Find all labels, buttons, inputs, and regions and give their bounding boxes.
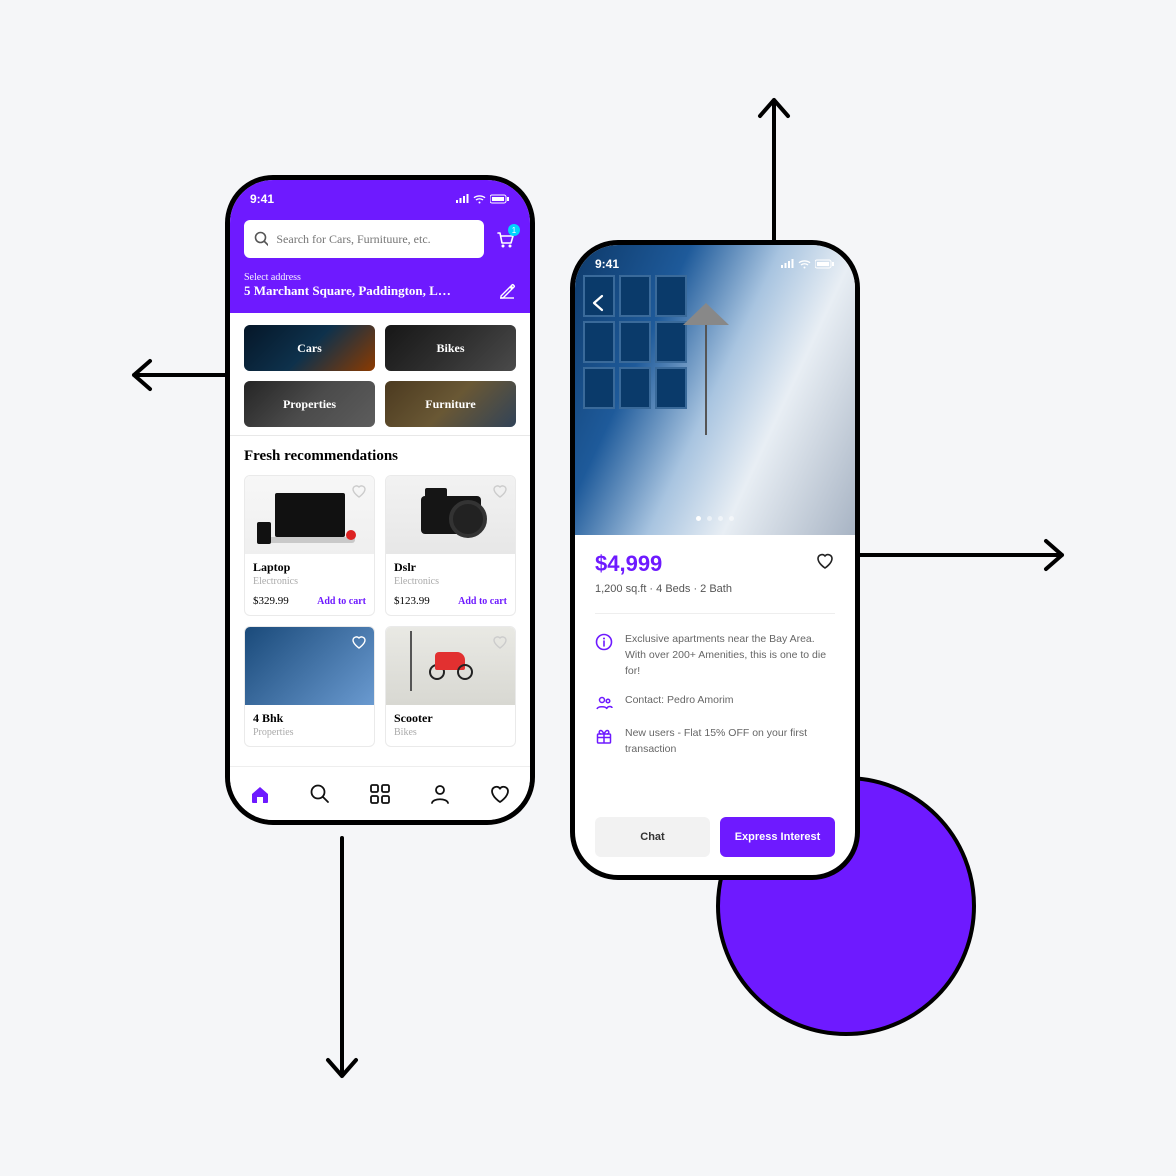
heart-icon[interactable] — [350, 633, 368, 651]
feature-row: Exclusive apartments near the Bay Area. … — [595, 632, 835, 679]
product-name: Dslr — [394, 560, 507, 575]
back-button-icon[interactable] — [589, 293, 609, 313]
category-label: Furniture — [425, 397, 475, 412]
listing-stats: 1,200 sq.ft · 4 Beds · 2 Bath — [595, 583, 732, 595]
people-icon — [595, 694, 613, 712]
listing-hero-image[interactable] — [575, 245, 855, 535]
product-image — [386, 476, 515, 554]
search-field[interactable] — [276, 232, 474, 247]
phone-listing-detail: 9:41 $4,999 1,200 sq.ft · 4 Beds · 2 Bat… — [570, 240, 860, 880]
tab-categories-icon[interactable] — [369, 783, 391, 805]
info-icon — [595, 633, 613, 651]
edit-icon[interactable] — [498, 281, 516, 299]
tab-search-icon[interactable] — [309, 783, 331, 805]
status-bar: 9:41 — [575, 245, 855, 283]
search-input[interactable] — [244, 220, 484, 258]
feature-text: Contact: Pedro Amorim — [625, 693, 734, 709]
signal-icon — [780, 259, 794, 269]
category-bikes[interactable]: Bikes — [385, 325, 516, 371]
product-card-dslr[interactable]: Dslr Electronics $123.99 Add to cart — [385, 475, 516, 616]
product-image — [245, 627, 374, 705]
product-category: Electronics — [253, 576, 366, 587]
phone-marketplace: 9:41 1 Select address 5 Marchant Square,… — [225, 175, 535, 825]
carousel-dot[interactable] — [729, 516, 734, 521]
tab-favorites-icon[interactable] — [489, 783, 511, 805]
cart-button[interactable]: 1 — [494, 228, 516, 250]
product-card-4bhk[interactable]: 4 Bhk Properties — [244, 626, 375, 747]
address-value[interactable]: 5 Marchant Square, Paddington, L… — [244, 283, 451, 299]
product-price: $123.99 — [394, 595, 430, 607]
product-name: Scooter — [394, 711, 507, 726]
battery-icon — [490, 194, 510, 204]
signal-icon — [455, 194, 469, 204]
category-label: Properties — [283, 397, 336, 412]
arrow-up-icon — [754, 90, 794, 260]
cart-badge: 1 — [508, 224, 520, 236]
product-category: Bikes — [394, 727, 507, 738]
tab-profile-icon[interactable] — [429, 783, 451, 805]
product-image — [386, 627, 515, 705]
category-label: Bikes — [436, 341, 464, 356]
status-bar: 9:41 — [230, 180, 530, 218]
feature-text: Exclusive apartments near the Bay Area. … — [625, 632, 835, 679]
arrow-left-icon — [122, 355, 242, 395]
product-name: Laptop — [253, 560, 366, 575]
category-properties[interactable]: Properties — [244, 381, 375, 427]
battery-icon — [815, 259, 835, 269]
carousel-dot[interactable] — [696, 516, 701, 521]
add-to-cart-button[interactable]: Add to cart — [317, 596, 366, 607]
wifi-icon — [473, 194, 486, 204]
product-category: Properties — [253, 727, 366, 738]
section-title: Fresh recommendations — [230, 444, 530, 475]
heart-icon[interactable] — [350, 482, 368, 500]
hero-decor-lamp — [705, 305, 707, 435]
heart-icon[interactable] — [815, 551, 835, 571]
express-interest-button[interactable]: Express Interest — [720, 817, 835, 857]
product-name: 4 Bhk — [253, 711, 366, 726]
listing-price: $4,999 — [595, 551, 732, 577]
product-card-laptop[interactable]: Laptop Electronics $329.99 Add to cart — [244, 475, 375, 616]
carousel-dot[interactable] — [718, 516, 723, 521]
tab-bar — [230, 766, 530, 820]
product-price: $329.99 — [253, 595, 289, 607]
carousel-dots[interactable] — [696, 516, 734, 521]
product-image — [245, 476, 374, 554]
heart-icon[interactable] — [491, 633, 509, 651]
status-icons — [780, 259, 835, 269]
status-time: 9:41 — [250, 192, 274, 206]
add-to-cart-button[interactable]: Add to cart — [458, 596, 507, 607]
category-furniture[interactable]: Furniture — [385, 381, 516, 427]
feature-text: New users - Flat 15% OFF on your first t… — [625, 726, 835, 758]
heart-icon[interactable] — [491, 482, 509, 500]
carousel-dot[interactable] — [707, 516, 712, 521]
product-category: Electronics — [394, 576, 507, 587]
gift-icon — [595, 727, 613, 745]
status-time: 9:41 — [595, 257, 619, 271]
product-card-scooter[interactable]: Scooter Bikes — [385, 626, 516, 747]
category-label: Cars — [297, 341, 322, 356]
arrow-down-icon — [322, 836, 362, 1086]
status-icons — [455, 194, 510, 204]
search-icon — [254, 231, 268, 247]
chat-button[interactable]: Chat — [595, 817, 710, 857]
category-cars[interactable]: Cars — [244, 325, 375, 371]
divider — [595, 613, 835, 614]
wifi-icon — [798, 259, 811, 269]
feature-row: New users - Flat 15% OFF on your first t… — [595, 726, 835, 758]
divider — [230, 435, 530, 436]
feature-row: Contact: Pedro Amorim — [595, 693, 835, 712]
tab-home-icon[interactable] — [249, 783, 271, 805]
address-label: Select address — [244, 272, 451, 283]
